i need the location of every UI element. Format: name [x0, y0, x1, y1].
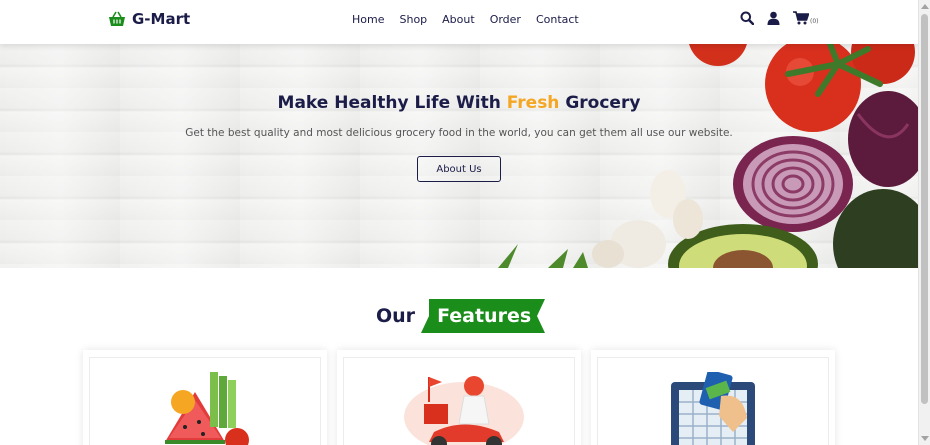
nav-home[interactable]: Home [352, 13, 384, 26]
brand-name: G-Mart [132, 10, 191, 28]
features-badge: Features [421, 299, 547, 333]
page: G-Mart Home Shop About Order Contact (0)… [0, 0, 918, 445]
features-badge-label: Features [437, 305, 532, 327]
main-nav: Home Shop About Order Contact [352, 13, 579, 26]
feature-card [83, 350, 327, 445]
features-heading-plain: Our [376, 305, 416, 327]
hero-title-end: Grocery [559, 93, 641, 113]
hero-title: Make Healthy Life With Fresh Grocery [0, 93, 918, 113]
card-payment-icon [671, 372, 755, 445]
scroll-down-arrow-icon[interactable] [921, 436, 929, 441]
nav-shop[interactable]: Shop [399, 13, 427, 26]
user-icon[interactable] [767, 11, 780, 25]
hero-title-accent: Fresh [506, 93, 560, 113]
cart-count: (0) [810, 18, 819, 25]
search-icon[interactable] [740, 11, 754, 25]
feature-card [591, 350, 835, 445]
nav-contact[interactable]: Contact [536, 13, 579, 26]
site-header: G-Mart Home Shop About Order Contact (0) [0, 0, 918, 44]
basket-icon [109, 11, 125, 26]
feature-card [337, 350, 581, 445]
nav-about[interactable]: About [442, 13, 475, 26]
delivery-scooter-icon [404, 376, 524, 445]
cart-button[interactable]: (0) [793, 11, 819, 25]
page-scrollbar[interactable] [918, 0, 930, 445]
vegetables-image [498, 44, 918, 268]
nav-order[interactable]: Order [490, 13, 521, 26]
hero-title-start: Make Healthy Life With [277, 93, 507, 113]
brand-logo[interactable]: G-Mart [108, 10, 190, 28]
header-actions: (0) [740, 11, 819, 25]
scroll-up-arrow-icon[interactable] [921, 4, 929, 9]
about-us-button[interactable]: About Us [417, 156, 501, 182]
scrollbar-thumb[interactable] [921, 14, 928, 404]
vegetables-icon [165, 372, 249, 445]
hero-subtitle: Get the best quality and most delicious … [185, 127, 733, 139]
features-heading: Our Features [376, 298, 547, 334]
cart-icon [793, 11, 809, 25]
hero-banner: Make Healthy Life With Fresh Grocery Get… [0, 44, 918, 268]
